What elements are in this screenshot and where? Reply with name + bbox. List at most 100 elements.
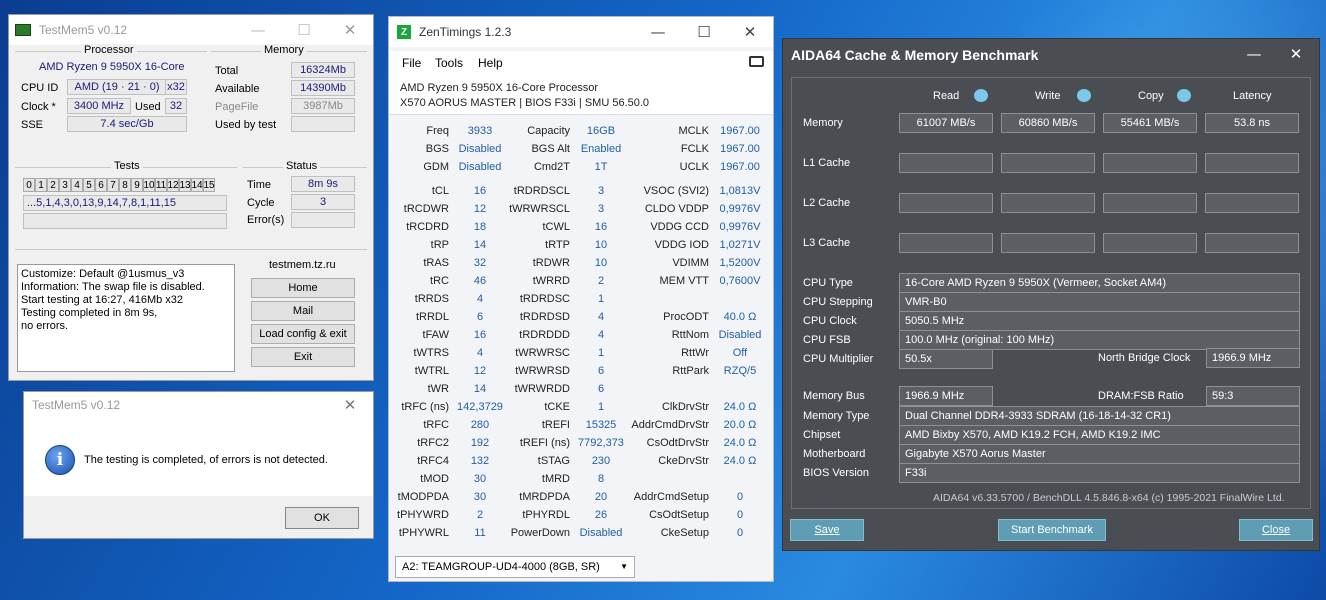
home-button[interactable]: Home bbox=[251, 278, 355, 298]
test-cell: 9 bbox=[131, 178, 143, 192]
log-box[interactable]: Customize: Default @1usmus_v3 Information… bbox=[17, 264, 235, 372]
clock-field: 3400 MHz bbox=[67, 98, 131, 114]
bench-value-box bbox=[1001, 153, 1095, 173]
zen-close-icon[interactable]: ✕ bbox=[727, 17, 773, 47]
zen-minimize-icon[interactable]: — bbox=[635, 17, 681, 47]
copy-info-icon[interactable] bbox=[1177, 89, 1191, 102]
timing-label: VSOC (SVI2) bbox=[643, 185, 709, 197]
col-read: Read bbox=[933, 90, 960, 102]
timing-label: Freq bbox=[426, 125, 449, 137]
sse-label: SSE bbox=[21, 119, 44, 131]
exit-button[interactable]: Exit bbox=[251, 347, 355, 367]
timing-value: 0,7600V bbox=[719, 275, 761, 287]
tests-group-label: Tests bbox=[111, 160, 143, 172]
total-label: Total bbox=[215, 65, 239, 77]
close-button[interactable]: Close bbox=[1239, 519, 1313, 541]
mail-button[interactable]: Mail bbox=[251, 301, 355, 321]
timing-label: tRDRDSCL bbox=[513, 185, 570, 197]
timing-value: 4 bbox=[597, 329, 605, 341]
dimm-select[interactable]: A2: TEAMGROUP-UD4-4000 (8GB, SR) ▼ bbox=[395, 556, 635, 578]
timing-value: 20.0 Ω bbox=[723, 419, 757, 431]
read-info-icon[interactable] bbox=[974, 89, 988, 102]
log-line: Testing completed in 8m 9s, bbox=[21, 307, 158, 319]
info-label: Memory Type bbox=[803, 410, 870, 422]
timing-label: tWR bbox=[427, 383, 449, 395]
write-info-icon[interactable] bbox=[1077, 89, 1091, 102]
timing-value: 132 bbox=[470, 455, 490, 467]
errors-label: Error(s) bbox=[247, 214, 285, 226]
timing-value: 16 bbox=[473, 185, 487, 197]
membus-value: 1966.9 MHz bbox=[899, 386, 993, 406]
timing-label: tRAS bbox=[423, 257, 449, 269]
timing-label: tMODPDA bbox=[397, 491, 449, 503]
info-value: 50.5x bbox=[899, 349, 993, 369]
zen-maximize-icon[interactable]: ☐ bbox=[681, 17, 727, 47]
test-cell: 4 bbox=[71, 178, 83, 192]
timing-value: 1T bbox=[594, 161, 608, 173]
timing-label: tRDRDDD bbox=[519, 329, 570, 341]
testmem-titlebar[interactable]: TestMem5 v0.12 — ☐ ✕ bbox=[9, 15, 373, 45]
timing-value: 1 bbox=[597, 347, 605, 359]
bench-value-box: 61007 MB/s bbox=[899, 113, 993, 133]
save-button[interactable]: Save bbox=[790, 519, 864, 541]
cycle-label: Cycle bbox=[247, 197, 275, 209]
maximize-icon[interactable]: ☐ bbox=[281, 15, 327, 45]
timing-label: tPHYWRL bbox=[398, 527, 449, 539]
test-progress bbox=[23, 213, 227, 229]
log-line: Customize: Default @1usmus_v3 bbox=[21, 268, 185, 280]
timing-value: 18 bbox=[473, 221, 487, 233]
load-config-button[interactable]: Load config & exit bbox=[251, 324, 355, 344]
test-cell: 12 bbox=[167, 178, 179, 192]
menu-tools[interactable]: Tools bbox=[435, 56, 463, 70]
timing-value: 32 bbox=[473, 257, 487, 269]
divider bbox=[15, 249, 367, 250]
timing-label: ProcODT bbox=[663, 311, 709, 323]
minimize-icon[interactable]: — bbox=[235, 15, 281, 45]
aida-titlebar[interactable]: AIDA64 Cache & Memory Benchmark — ✕ bbox=[783, 39, 1319, 69]
timing-value: 3 bbox=[597, 203, 605, 215]
close-icon[interactable]: ✕ bbox=[327, 15, 373, 45]
zen-cpu: AMD Ryzen 9 5950X 16-Core Processor bbox=[400, 82, 599, 94]
test-cell: 15 bbox=[203, 178, 215, 192]
bench-value-box bbox=[899, 233, 993, 253]
camera-icon[interactable] bbox=[749, 56, 764, 67]
timing-value: 24.0 Ω bbox=[723, 437, 757, 449]
log-line: Information: The swap file is disabled. bbox=[21, 281, 205, 293]
timing-value: 280 bbox=[470, 419, 490, 431]
dialog-close-icon[interactable]: ✕ bbox=[327, 392, 373, 418]
timing-value: Disabled bbox=[458, 161, 502, 173]
pagefile-label: PageFile bbox=[215, 101, 259, 113]
timing-value: Disabled bbox=[579, 527, 623, 539]
total-field: 16324Mb bbox=[291, 62, 355, 78]
zen-info-panel: AMD Ryzen 9 5950X 16-Core Processor X570… bbox=[389, 73, 773, 115]
timing-label: Capacity bbox=[527, 125, 570, 137]
info-label: Chipset bbox=[803, 429, 841, 441]
menu-file[interactable]: File bbox=[402, 56, 421, 70]
timing-value: 15325 bbox=[585, 419, 617, 431]
aida-close-icon[interactable]: ✕ bbox=[1273, 39, 1319, 69]
timing-value: 6 bbox=[597, 365, 605, 377]
cycle-field: 3 bbox=[291, 194, 355, 210]
cpu-id-field: AMD (19 · 21 · 0) bbox=[67, 79, 167, 95]
start-benchmark-button[interactable]: Start Benchmark bbox=[998, 519, 1106, 541]
timing-value: 3 bbox=[597, 185, 605, 197]
pagefile-field: 3987Mb bbox=[291, 98, 355, 114]
timing-label: tMRD bbox=[541, 473, 570, 485]
timing-label: tWTRS bbox=[413, 347, 449, 359]
usedbytest-field bbox=[291, 116, 355, 132]
timing-label: tREFI (ns) bbox=[519, 437, 570, 449]
dialog-titlebar[interactable]: TestMem5 v0.12 ✕ bbox=[24, 392, 373, 418]
zen-menubar: File Tools Help bbox=[389, 51, 773, 73]
timing-label: tSTAG bbox=[537, 455, 570, 467]
timing-value: 10 bbox=[594, 257, 608, 269]
menu-help[interactable]: Help bbox=[478, 56, 503, 70]
zen-titlebar[interactable]: Z ZenTimings 1.2.3 — ☐ ✕ bbox=[389, 17, 773, 47]
timing-label: AddrCmdSetup bbox=[633, 491, 709, 503]
memory-group: Memory bbox=[211, 44, 367, 56]
timing-label: tWRWRDD bbox=[514, 383, 570, 395]
bench-row-label: Memory bbox=[803, 117, 843, 129]
aida-minimize-icon[interactable]: — bbox=[1231, 39, 1277, 69]
ok-button[interactable]: OK bbox=[285, 507, 359, 529]
test-cell: 8 bbox=[119, 178, 131, 192]
timing-value: 26 bbox=[594, 509, 608, 521]
